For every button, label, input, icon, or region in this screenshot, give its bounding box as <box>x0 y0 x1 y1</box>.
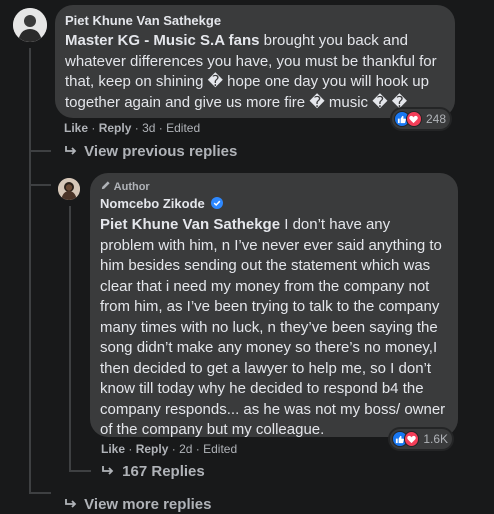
reply-arrow-icon <box>101 464 118 481</box>
reply-button[interactable]: Reply <box>136 442 169 456</box>
thread-line-main <box>29 48 31 494</box>
reaction-count: 248 <box>425 112 446 126</box>
separator: · <box>134 121 143 135</box>
author-badge-label: Author <box>113 181 150 193</box>
avatar[interactable] <box>58 178 80 200</box>
view-replies-link[interactable]: 167 Replies <box>101 463 205 481</box>
timestamp[interactable]: 3d <box>142 121 155 135</box>
edited-label: Edited <box>203 442 238 456</box>
comment-author[interactable]: Piet Khune Van Sathekge <box>65 13 445 28</box>
verified-badge-icon <box>211 197 224 209</box>
thread-line-reply-elbow <box>69 470 91 472</box>
reply-arrow-icon <box>64 497 80 514</box>
separator: · <box>128 442 136 456</box>
reply-bubble: Author Nomcebo Zikode Piet Khune Van Sat… <box>90 173 458 438</box>
view-previous-replies-label: View previous replies <box>84 143 238 160</box>
view-more-replies-label: View more replies <box>84 496 212 513</box>
thread-line-elbow-1 <box>29 150 51 152</box>
reaction-summary[interactable]: 248 <box>392 109 450 129</box>
author-badge: Author <box>100 180 448 194</box>
pencil-icon <box>100 180 111 194</box>
view-more-replies-link[interactable]: View more replies <box>64 496 211 514</box>
reply-arrow-icon <box>64 144 80 161</box>
comment-bubble: Piet Khune Van Sathekge Master KG - Musi… <box>55 5 455 118</box>
reply-button[interactable]: Reply <box>99 121 132 135</box>
separator: · <box>91 121 99 135</box>
reaction-summary[interactable]: 1.6K <box>390 429 452 449</box>
timestamp[interactable]: 2d <box>179 442 192 456</box>
view-previous-replies-link[interactable]: View previous replies <box>64 143 237 161</box>
comment-actions: Like · Reply · 3d · Edited <box>64 121 200 135</box>
like-button[interactable]: Like <box>101 442 125 456</box>
reply-text: Piet Khune Van Sathekge I don’t have any… <box>100 215 448 441</box>
reply-body: I don’t have any problem with him, n I’v… <box>100 216 446 438</box>
reply-mention[interactable]: Piet Khune Van Sathekge <box>100 216 280 233</box>
like-button[interactable]: Like <box>64 121 88 135</box>
comment-text: Master KG - Music S.A fans brought you b… <box>65 31 445 113</box>
view-replies-label: 167 Replies <box>122 463 205 480</box>
thread-line-elbow-2 <box>29 184 51 186</box>
reply-actions: Like · Reply · 2d · Edited <box>101 442 237 456</box>
reply-author[interactable]: Nomcebo Zikode <box>100 196 205 211</box>
thread-line-reply <box>69 206 71 472</box>
separator: · <box>171 442 180 456</box>
love-reaction-icon <box>405 111 422 127</box>
thread-line-elbow-3 <box>29 492 51 494</box>
love-reaction-icon <box>403 431 420 447</box>
edited-label: Edited <box>166 121 201 135</box>
reaction-count: 1.6K <box>423 432 448 446</box>
comment-mention[interactable]: Master KG - Music S.A fans <box>65 32 260 49</box>
avatar[interactable] <box>13 8 47 42</box>
reply-author-row: Nomcebo Zikode <box>100 196 448 211</box>
